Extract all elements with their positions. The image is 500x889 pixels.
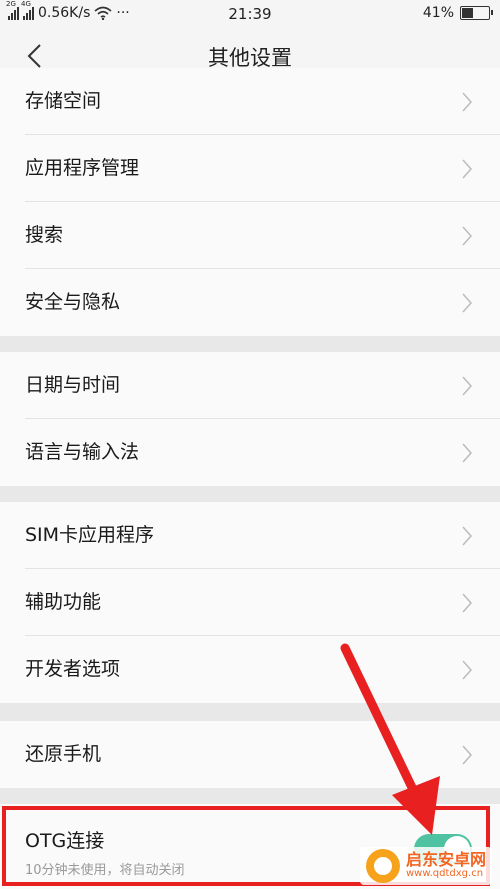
- battery-icon: [460, 6, 493, 20]
- settings-group-storage: 存储空间 应用程序管理 搜索 安全与隐私: [0, 68, 500, 336]
- watermark-url: www.qdtdxg.cn: [405, 868, 484, 880]
- chevron-right-icon: [462, 293, 472, 313]
- menu-item-sim-apps[interactable]: SIM卡应用程序: [0, 502, 500, 569]
- menu-item-accessibility[interactable]: 辅助功能: [0, 569, 500, 636]
- menu-item-date-time[interactable]: 日期与时间: [0, 352, 500, 419]
- menu-item-label: 搜索: [25, 224, 64, 246]
- settings-group-date-language: 日期与时间 语言与输入法: [0, 352, 500, 486]
- section-gap: [0, 486, 500, 502]
- chevron-right-icon: [462, 593, 472, 613]
- chevron-right-icon: [462, 92, 472, 112]
- settings-group-reset: 还原手机: [0, 721, 500, 788]
- menu-item-label: 应用程序管理: [25, 157, 140, 179]
- watermark: 启东安卓网 www.qdtdxg.cn: [359, 847, 492, 885]
- menu-item-label: 语言与输入法: [25, 441, 140, 463]
- status-right: 41%: [422, 5, 493, 21]
- chevron-right-icon: [462, 226, 472, 246]
- chevron-right-icon: [462, 745, 472, 765]
- menu-item-language-input[interactable]: 语言与输入法: [0, 419, 500, 486]
- chevron-right-icon: [462, 660, 472, 680]
- menu-item-label: 开发者选项: [25, 658, 121, 680]
- menu-item-security-privacy[interactable]: 安全与隐私: [0, 269, 500, 336]
- menu-item-label: 存储空间: [25, 90, 102, 112]
- menu-item-label: 辅助功能: [25, 591, 102, 613]
- menu-item-reset-phone[interactable]: 还原手机: [0, 721, 500, 788]
- watermark-name: 启东安卓网: [405, 850, 486, 870]
- battery-percent: 41%: [422, 5, 454, 21]
- menu-item-label: SIM卡应用程序: [25, 524, 155, 546]
- menu-item-app-management[interactable]: 应用程序管理: [0, 135, 500, 202]
- chevron-right-icon: [462, 443, 472, 463]
- otg-label: OTG连接: [25, 830, 105, 852]
- chevron-right-icon: [462, 526, 472, 546]
- menu-item-developer-options[interactable]: 开发者选项: [0, 636, 500, 703]
- section-gap: [0, 788, 500, 804]
- status-bar: 2G 4G 0.56K/s ··· 21:39 41%: [0, 0, 500, 28]
- watermark-logo-icon: [365, 849, 400, 883]
- section-gap: [0, 703, 500, 721]
- chevron-right-icon: [462, 376, 472, 396]
- menu-item-label: 安全与隐私: [25, 291, 121, 313]
- section-gap: [0, 336, 500, 352]
- menu-item-storage[interactable]: 存储空间: [0, 68, 500, 135]
- battery-fill: [462, 8, 474, 18]
- menu-item-search[interactable]: 搜索: [0, 202, 500, 269]
- menu-item-label: 还原手机: [25, 743, 102, 765]
- otg-subtitle: 10分钟未使用，将自动关闭: [25, 863, 185, 878]
- menu-item-label: 日期与时间: [25, 374, 121, 396]
- settings-group-sim-accessibility: SIM卡应用程序 辅助功能 开发者选项: [0, 502, 500, 703]
- chevron-right-icon: [462, 159, 472, 179]
